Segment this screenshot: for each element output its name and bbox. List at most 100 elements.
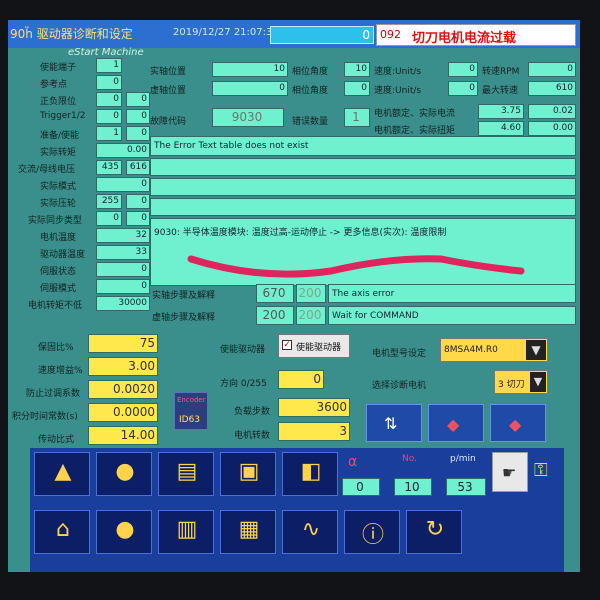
actual-pos: 10 (212, 62, 288, 77)
encoder-icon: Encoder (177, 396, 206, 404)
speed-label: 速度:Unit/s (374, 67, 422, 77)
footer-button-3[interactable]: ▤ (158, 452, 214, 496)
motor-type-select[interactable]: 8MSA4M.R0 ▼ (440, 338, 548, 362)
counter-no-label: No. (402, 454, 417, 464)
param-value[interactable]: 3.00 (88, 357, 158, 376)
actual-torque: 0.00 (528, 121, 576, 136)
enable-drive-label: 使能驱动器 (220, 345, 266, 355)
home-axis-button[interactable]: ⇅ (366, 404, 422, 442)
signal-value-2: 0 (126, 211, 150, 226)
counter-3: 53 (446, 478, 486, 496)
phase-label-2: 相位角度 (292, 86, 329, 96)
param-value[interactable]: 75 (88, 334, 158, 353)
window-title: 90ḧ 驱动器诊断和设定 (10, 27, 133, 41)
motor-type-value: 8MSA4M.R0 (444, 345, 498, 355)
home-icon: ⌂ (56, 517, 70, 542)
signal-value: 30000 (96, 296, 150, 311)
footer-button-2[interactable]: ● (96, 452, 152, 496)
footer-button-1[interactable]: ▲ (34, 452, 90, 496)
signal-label: 电机转矩不低 (28, 301, 83, 311)
enable-drive-button[interactable]: ✓ 使能驱动器 (278, 334, 350, 358)
footer-button-6[interactable]: ⌂ (34, 510, 90, 554)
signal-label: 交流/母线电压 (18, 165, 76, 175)
motor-rev-label: 电机转数 (234, 431, 271, 441)
footer-button-7[interactable]: ● (96, 510, 152, 554)
fault-code-label: 故障代码 (150, 117, 187, 127)
signal-value-2: 0 (126, 92, 150, 107)
actual-pos-label: 实轴位置 (150, 67, 187, 77)
param-value[interactable]: 14.00 (88, 426, 158, 445)
param-label: 保固比% (38, 343, 74, 353)
param-value[interactable]: 0.0020 (88, 380, 158, 399)
hand-icon: ☛ (502, 463, 517, 482)
signal-value: 0 (96, 92, 122, 107)
signal-value: 0.00 (96, 143, 150, 158)
subtitle: eStart Machine (68, 47, 144, 58)
chevron-down-icon[interactable]: ▼ (526, 340, 546, 360)
speed-1: 0 (448, 62, 478, 77)
alarm-banner[interactable]: 092 切刀电机电流过载 (376, 24, 576, 46)
pin-icon: ● (115, 459, 135, 484)
signal-value-2: 0 (126, 194, 150, 209)
virtual-step-text: Wait for COMMAND (332, 311, 419, 321)
signal-value: 0 (96, 211, 122, 226)
virtual-step: 200 (256, 306, 294, 325)
direction-value[interactable]: 0 (278, 370, 324, 389)
signal-label: 正负限位 (40, 97, 77, 107)
mode-icon: ◧ (300, 459, 322, 484)
enable-drive-button-label: 使能驱动器 (296, 343, 342, 353)
footer-button-8[interactable]: ▥ (158, 510, 214, 554)
footer-button-4[interactable]: ▣ (220, 452, 276, 496)
axis-arrows-icon: ⇅ (384, 414, 398, 433)
motor-rev-value[interactable]: 3 (278, 422, 350, 441)
hand-button[interactable]: ☛ (492, 452, 528, 492)
virtual-step-text-box: Wait for COMMAND (328, 306, 576, 325)
rated-torque: 4.60 (478, 121, 524, 136)
lights-icon: ● (115, 517, 135, 542)
motor-type-label: 电机型号设定 (372, 349, 427, 359)
load-steps-value[interactable]: 3600 (278, 398, 350, 417)
drive-icon: ▲ (54, 459, 72, 484)
key-icon[interactable]: ⚿ (534, 460, 548, 481)
jog-forward-button[interactable]: ◆ (428, 404, 484, 442)
chevron-down-icon[interactable]: ▼ (530, 372, 546, 392)
param-value[interactable]: 0.0000 (88, 403, 158, 422)
checkbox-icon: ✓ (282, 340, 292, 350)
restart-icon: ↻ (425, 517, 445, 542)
alarm-code: 092 (380, 28, 401, 41)
max-speed: 610 (528, 81, 576, 96)
file-icon: ▤ (176, 459, 198, 484)
footer-button-12[interactable]: ↻ (406, 510, 462, 554)
jog-icon: ◆ (447, 415, 460, 434)
datetime: 2019/12/27 21:07:35 (173, 27, 279, 38)
diag-motor-label: 选择诊断电机 (372, 381, 427, 391)
printer-icon: ▦ (238, 517, 260, 542)
signal-label: 电机温度 (40, 233, 77, 243)
error-text-line-blank-2 (150, 178, 576, 196)
title-bar: 90ḧ 驱动器诊断和设定 2019/12/27 21:07:35 0 092 切… (8, 20, 580, 48)
jog-reverse-button[interactable]: ◆ (490, 404, 546, 442)
diag-motor-select[interactable]: 3 切刀 ▼ (494, 370, 548, 394)
virtual-pos-label: 虚轴位置 (150, 86, 187, 96)
direction-label: 方向 0/255 (220, 379, 267, 389)
signal-value-2: 616 (126, 160, 150, 175)
virtual-step-2: 200 (296, 306, 326, 325)
footer-button-11[interactable]: ⓘ (344, 510, 400, 554)
encoder-id: ID63 (179, 415, 201, 425)
alarm-text: 切刀电机电流过载 (412, 31, 517, 46)
error-detail-area: 9030: 半导体温度模块: 温度过高-运动停止 -> 更多信息(实次): 温度… (150, 218, 576, 286)
error-count-label: 错误数量 (292, 117, 329, 127)
signal-label: 伺服模式 (40, 284, 77, 294)
signal-value: 0 (96, 262, 150, 277)
actual-step: 670 (256, 284, 294, 303)
error-count: 1 (344, 108, 370, 127)
jog-icon: ◆ (509, 415, 522, 434)
speed-2: 0 (448, 81, 478, 96)
footer-button-5[interactable]: ◧ (282, 452, 338, 496)
footer-button-10[interactable]: ∿ (282, 510, 338, 554)
footer-button-9[interactable]: ▦ (220, 510, 276, 554)
phase-label: 相位角度 (292, 67, 329, 77)
counter-1: 0 (342, 478, 380, 496)
rated-current: 3.75 (478, 104, 524, 119)
info-icon: ⓘ (361, 523, 384, 548)
